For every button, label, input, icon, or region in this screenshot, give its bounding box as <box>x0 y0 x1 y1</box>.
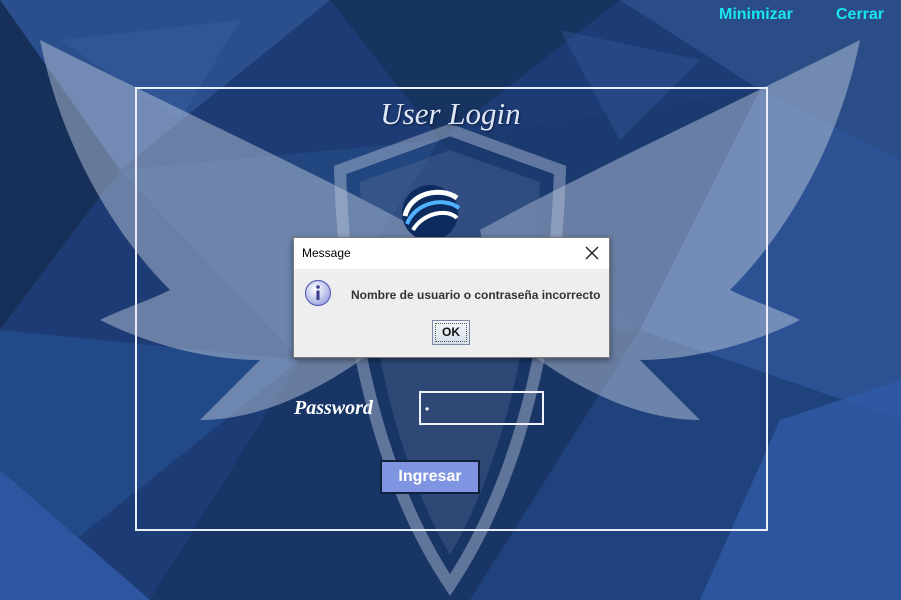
password-value: • <box>425 402 430 416</box>
dialog-message: Nombre de usuario o contraseña incorrect… <box>351 288 601 302</box>
close-window-button[interactable]: Cerrar <box>836 6 884 24</box>
dialog-title: Message <box>302 246 351 260</box>
minimize-button[interactable]: Minimizar <box>719 6 793 24</box>
close-icon[interactable] <box>583 244 601 262</box>
login-window: Minimizar Cerrar User Login Password • I… <box>0 0 901 600</box>
dialog-titlebar[interactable]: Message <box>294 238 609 269</box>
password-label: Password <box>294 397 373 419</box>
ok-button[interactable]: OK <box>432 320 470 345</box>
password-field[interactable]: • <box>419 391 544 425</box>
logo-icon <box>402 185 461 240</box>
info-icon <box>304 279 332 307</box>
login-button[interactable]: Ingresar <box>380 460 480 494</box>
page-title: User Login <box>380 96 521 131</box>
message-dialog: Message Nombre de usuario o contraseña i… <box>293 237 610 358</box>
